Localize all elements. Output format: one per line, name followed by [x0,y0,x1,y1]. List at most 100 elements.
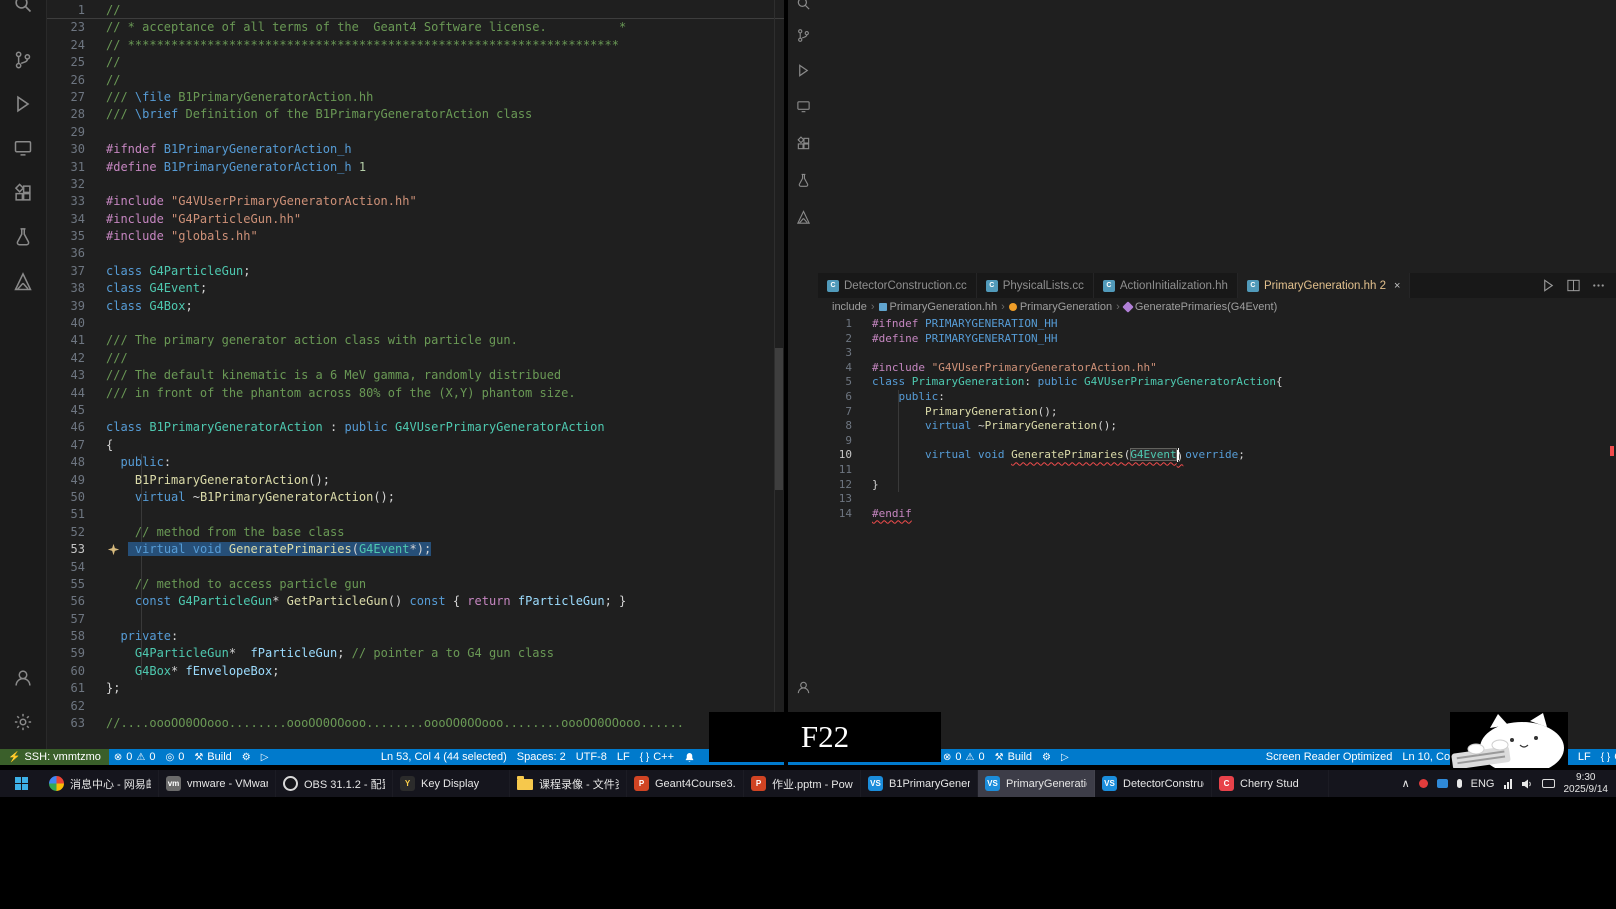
line-number: 3 [845,346,852,360]
taskbar-item-Cherry Stud[interactable]: C Cherry Stud [1212,770,1329,797]
left-activity-bar [0,0,47,749]
remote-indicator[interactable]: ⚡ SSH: vmmtzmo [0,749,109,765]
close-icon[interactable]: × [1394,280,1400,292]
language-mode-indicator[interactable]: { } C++ [1596,749,1616,765]
code-text: virtual void GeneratePrimaries(G4Event) … [924,448,1245,464]
testing-icon[interactable] [788,173,818,188]
search-icon[interactable] [788,0,818,11]
tab-ActionInitialization.hh[interactable]: C ActionInitialization.hh [1093,273,1238,298]
left-editor-scrollbar[interactable] [774,0,784,749]
line-number: 24 [70,37,85,52]
line-number: 41 [70,333,85,348]
cmake-icon[interactable] [788,210,818,225]
source-control-icon[interactable] [788,28,818,43]
problems-indicator[interactable]: ⊗ 0 ⚠ 0 [109,749,161,765]
powerpoint-icon: P [751,776,766,791]
line-number: 62 [70,698,85,713]
code-line-57: 57 [47,611,784,628]
run-icon[interactable] [1541,278,1556,293]
display-capture-icon[interactable] [1436,779,1448,788]
start-button[interactable] [0,770,42,797]
extensions-icon[interactable] [0,183,46,203]
line-number: 5 [845,375,852,389]
cmake-target-button[interactable]: ⚙ [1037,749,1056,765]
network-signal-icon[interactable] [1503,778,1512,789]
line-number: 9 [845,433,852,447]
code-line-46: 46 class B1PrimaryGeneratorAction : publi… [47,419,784,436]
extensions-icon[interactable] [788,136,818,151]
volume-icon[interactable] [1521,778,1533,790]
eol-indicator[interactable]: LF [1573,749,1596,765]
tab-PrimaryGeneration.hh[interactable]: C PrimaryGeneration.hh 2 × [1237,273,1411,298]
key-display-icon: Y [400,776,415,791]
code-text: /// \file B1PrimaryGeneratorAction.hh [106,89,374,104]
more-actions-icon[interactable] [1591,278,1606,293]
indentation-indicator[interactable]: Spaces: 2 [512,749,571,765]
account-icon[interactable] [788,680,818,695]
line-number: 36 [70,246,85,261]
taskbar-item-PrimaryGeneration[interactable]: VS PrimaryGeneration [978,770,1095,797]
cmake-icon[interactable] [0,272,46,292]
code-line-28: 28 /// \brief Definition of the B1Primary… [47,106,784,123]
code-line-9: 9 [818,434,1616,449]
taskbar-item-vmware - VMware[interactable]: vm vmware - VMware [159,770,276,797]
tab-PhysicalLists.cc[interactable]: C PhysicalLists.cc [976,273,1094,298]
screen-reader-indicator[interactable]: Screen Reader Optimized [1261,749,1398,765]
code-text: class B1PrimaryGeneratorAction : public … [106,420,605,435]
touch-keyboard-icon[interactable] [1541,779,1555,788]
cmake-target-button[interactable]: ⚙ [237,749,256,765]
remote-lightning-icon: ⚡ [8,751,21,763]
code-action-sparkle-icon[interactable] [107,543,120,556]
gear-icon[interactable] [0,712,46,732]
breadcrumb-item[interactable]: PrimaryGeneration [1008,301,1112,313]
code-line-33: 33 #include "G4VUserPrimaryGeneratorActio… [47,193,784,210]
code-line-44: 44 /// in front of the phantom across 80%… [47,385,784,402]
encoding-indicator[interactable]: UTF-8 [571,749,612,765]
notifications-bell[interactable] [679,749,700,765]
line-number: 58 [70,629,85,644]
taskbar-item-消息中心 - 网易邮箱[interactable]: 消息中心 - 网易邮箱 [42,770,159,797]
taskbar-item-B1PrimaryGeneratc[interactable]: VS B1PrimaryGeneratc [861,770,978,797]
taskbar-item-Key Display[interactable]: Y Key Display [393,770,510,797]
scrollbar-thumb[interactable] [775,348,783,490]
source-control-icon[interactable] [0,50,46,70]
recording-icon[interactable] [1418,779,1428,788]
breadcrumb-item[interactable]: include [832,301,867,313]
chevron-up-icon[interactable]: ∧ [1402,777,1410,790]
taskbar-item-DetectorConstructi[interactable]: VS DetectorConstructi [1095,770,1212,797]
split-editor-icon[interactable] [1566,278,1581,293]
eol-indicator[interactable]: LF [612,749,635,765]
taskbar-item-Geant4Course3.pp[interactable]: P Geant4Course3.pp [627,770,744,797]
cmake-build-button[interactable]: ⚒ Build [189,749,236,765]
tab-DetectorConstruction.cc[interactable]: C DetectorConstruction.cc [818,273,977,298]
remote-explorer-icon[interactable] [0,138,46,158]
code-line-63: 63 //....oooOO0OOooo........oooOO0OOooo..… [47,715,784,732]
clock[interactable]: 9:30 2025/9/14 [1564,772,1609,796]
run-debug-icon[interactable] [788,63,818,78]
input-language-indicator[interactable]: ENG [1471,778,1495,790]
language-label: C++ [653,751,674,763]
cursor-position-indicator[interactable]: Ln 53, Col 4 (44 selected) [376,749,512,765]
testing-icon[interactable] [0,227,46,247]
cmake-build-button[interactable]: ⚒ Build [990,749,1037,765]
breadcrumb-item[interactable]: PrimaryGeneration.hh [878,301,997,313]
taskbar-item-作业.pptm - Power[interactable]: P 作业.pptm - Power [744,770,861,797]
problems-indicator[interactable]: ⊗ 0 ⚠ 0 [938,749,990,765]
taskbar-item-OBS 31.1.2 - 配置文[interactable]: OBS 31.1.2 - 配置文 [276,770,393,797]
left-code-editor[interactable]: 1 // 23 // * acceptance of all terms of the… [47,0,784,749]
remote-explorer-icon[interactable] [788,99,818,114]
breadcrumb-item[interactable]: GeneratePrimaries(G4Event) [1122,301,1277,313]
code-line-5: 5 class PrimaryGeneration: public G4VUser… [818,375,1616,390]
right-code-editor[interactable]: 1 #ifndef PRIMARYGENERATION_HH 2 #define PR… [818,315,1616,749]
search-icon[interactable] [0,0,46,14]
language-mode-indicator[interactable]: { } C++ [635,749,679,765]
bongo-cat-icon [1450,712,1568,774]
ports-indicator[interactable]: ◎ 0 [160,749,189,765]
account-icon[interactable] [0,668,46,688]
run-debug-icon[interactable] [0,94,46,114]
vscode-icon: VS [985,776,1000,791]
microphone-icon[interactable] [1456,779,1462,788]
launch-button[interactable]: ▷ [256,749,274,765]
launch-button[interactable]: ▷ [1056,749,1074,765]
taskbar-item-课程录像 - 文件资源[interactable]: 课程录像 - 文件资源 [510,770,627,797]
